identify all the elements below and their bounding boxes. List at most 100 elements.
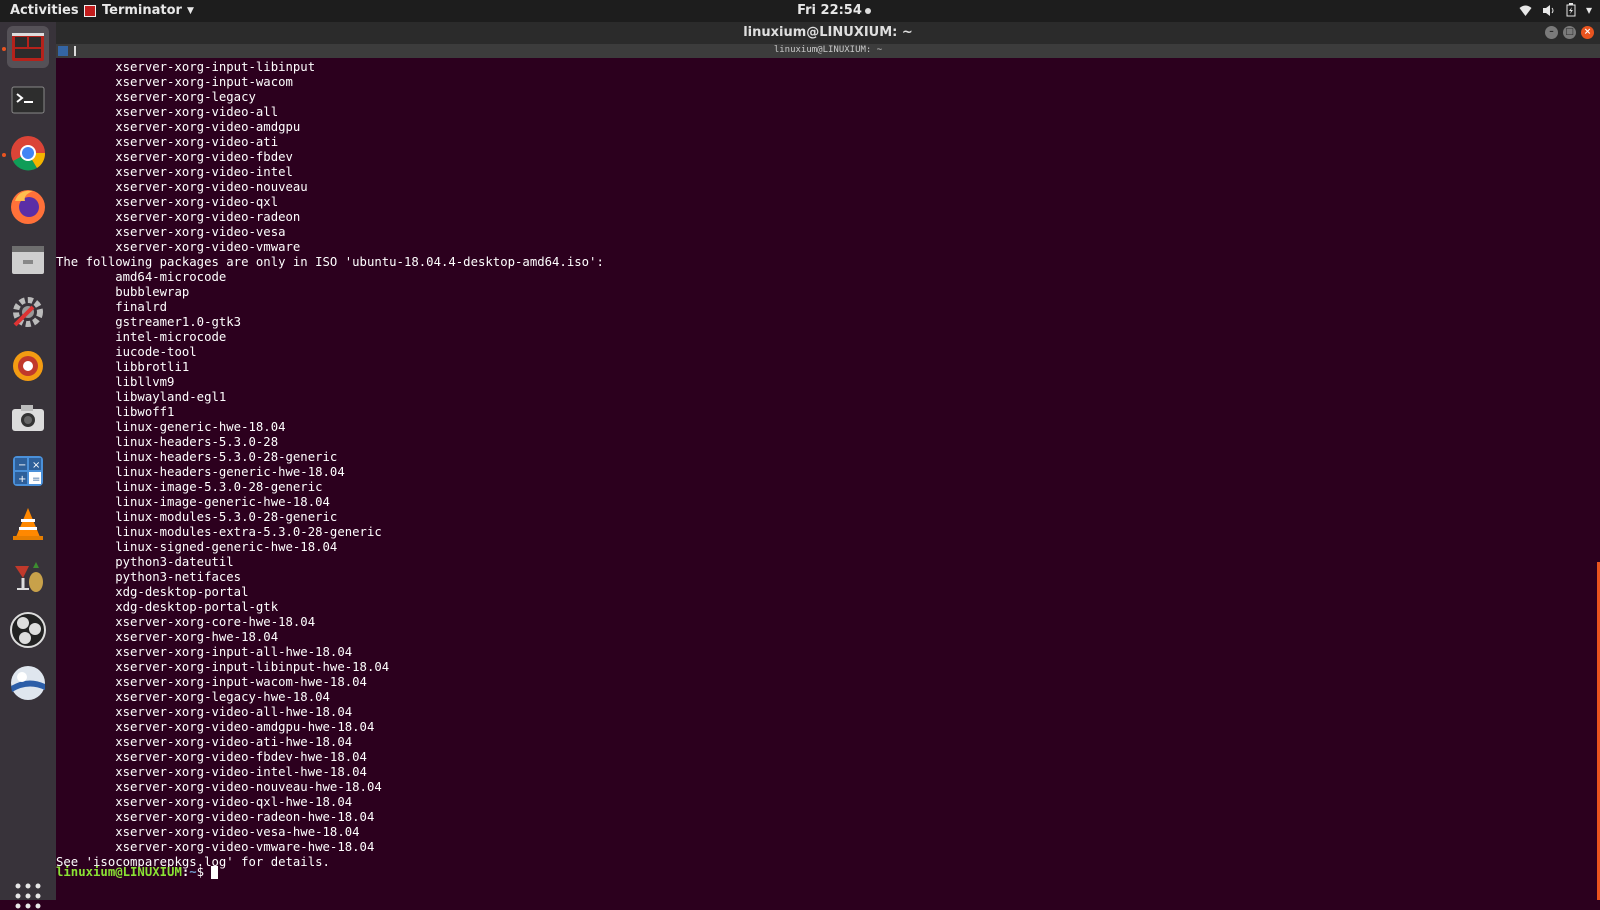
terminal-line: xserver-xorg-video-amdgpu-hwe-18.04 xyxy=(56,720,375,734)
terminal-line: bubblewrap xyxy=(56,285,190,299)
terminal-lines: xserver-xorg-input-libinput xserver-xorg… xyxy=(56,60,604,870)
running-indicator xyxy=(2,153,6,157)
terminal-titlebar[interactable]: linuxium@LINUXIUM: ~ xyxy=(56,44,1600,58)
terminal-line: iucode-tool xyxy=(56,345,197,359)
text-cursor xyxy=(211,866,219,879)
clock[interactable]: Fri 22:54 xyxy=(0,3,1600,18)
close-button[interactable]: × xyxy=(1581,26,1594,39)
terminal-line: xserver-xorg-video-radeon-hwe-18.04 xyxy=(56,810,375,824)
window-titlebar[interactable]: linuxium@LINUXIUM: ~ – □ × xyxy=(56,22,1600,44)
svg-text:=: = xyxy=(32,474,40,485)
prompt-user-host: linuxium@LINUXIUM xyxy=(56,865,182,879)
terminal-line: libllvm9 xyxy=(56,375,175,389)
dock-terminator[interactable] xyxy=(7,26,49,68)
terminator-icon xyxy=(12,33,44,61)
terminal-line: linux-headers-5.3.0-28 xyxy=(56,435,279,449)
terminal-line: xserver-xorg-video-qxl-hwe-18.04 xyxy=(56,795,353,809)
terminal-line: libwayland-egl1 xyxy=(56,390,227,404)
terminal-line: xserver-xorg-video-intel-hwe-18.04 xyxy=(56,765,367,779)
terminal-line: xserver-xorg-video-radeon xyxy=(56,210,301,224)
terminal-line: linux-image-generic-hwe-18.04 xyxy=(56,495,330,509)
terminal-line: xserver-xorg-legacy-hwe-18.04 xyxy=(56,690,330,704)
obs-icon xyxy=(10,612,46,648)
terminal-line: libwoff1 xyxy=(56,405,175,419)
dock-chrome[interactable] xyxy=(7,132,49,174)
dock-xsane[interactable] xyxy=(7,344,49,386)
battery-icon xyxy=(1566,3,1576,17)
firefox-icon xyxy=(11,190,45,224)
minimize-button[interactable]: – xyxy=(1545,26,1558,39)
terminal-line: xserver-xorg-video-intel xyxy=(56,165,293,179)
terminal-line: finalrd xyxy=(56,300,168,314)
running-indicator xyxy=(2,47,6,51)
terminal-line: libbrotli1 xyxy=(56,360,190,374)
system-tray[interactable]: ▾ xyxy=(1519,3,1592,17)
terminal-line: xserver-xorg-video-vesa-hwe-18.04 xyxy=(56,825,360,839)
dock-terminal[interactable] xyxy=(7,79,49,121)
terminal-line: linux-modules-extra-5.3.0-28-generic xyxy=(56,525,382,539)
dock-obs[interactable] xyxy=(7,609,49,651)
xsane-icon xyxy=(13,351,43,381)
terminal-line: xserver-xorg-video-fbdev xyxy=(56,150,293,164)
terminal-line: The following packages are only in ISO '… xyxy=(56,255,604,269)
notification-dot-icon xyxy=(864,7,871,14)
terminal-line: xserver-xorg-video-vesa xyxy=(56,225,286,239)
openshot-icon xyxy=(11,666,45,700)
show-apps-icon[interactable] xyxy=(14,882,42,910)
terminal-line: xserver-xorg-video-vmware-hwe-18.04 xyxy=(56,840,375,854)
files-icon xyxy=(12,246,44,274)
winetricks-icon xyxy=(15,562,43,592)
terminal-line: python3-netifaces xyxy=(56,570,242,584)
terminal-line: linux-headers-generic-hwe-18.04 xyxy=(56,465,345,479)
terminal-line: xserver-xorg-video-all xyxy=(56,105,279,119)
terminal-line: xserver-xorg-video-all-hwe-18.04 xyxy=(56,705,353,719)
svg-text:−: − xyxy=(18,460,26,471)
terminal-line: gstreamer1.0-gtk3 xyxy=(56,315,242,329)
dock-screenshot[interactable] xyxy=(7,397,49,439)
terminal-line: xserver-xorg-video-nouveau xyxy=(56,180,308,194)
terminal-title: linuxium@LINUXIUM: ~ xyxy=(773,45,883,55)
prompt-line: linuxium@LINUXIUM:~$ xyxy=(56,865,219,880)
terminal-output[interactable]: xserver-xorg-input-libinput xserver-xorg… xyxy=(56,58,1600,900)
settings-icon xyxy=(13,297,43,327)
terminal-line: xserver-xorg-video-amdgpu xyxy=(56,120,301,134)
svg-text:+: + xyxy=(18,474,26,485)
dock-firefox[interactable] xyxy=(7,185,49,227)
clock-label: Fri 22:54 xyxy=(797,3,862,18)
top-panel: Activities Terminator ▼ Fri 22:54 ▾ xyxy=(0,0,1600,22)
terminal-line: xserver-xorg-core-hwe-18.04 xyxy=(56,615,316,629)
terminal-line: xserver-xorg-video-ati-hwe-18.04 xyxy=(56,735,353,749)
terminal-line: xserver-xorg-hwe-18.04 xyxy=(56,630,279,644)
terminal-line: xserver-xorg-input-libinput-hwe-18.04 xyxy=(56,660,390,674)
window-controls: – □ × xyxy=(1545,26,1594,39)
terminal-line: xserver-xorg-input-libinput xyxy=(56,60,316,74)
terminal-line: xserver-xorg-video-ati xyxy=(56,135,279,149)
dock-winetricks[interactable] xyxy=(7,556,49,598)
window-title: linuxium@LINUXIUM: ~ xyxy=(743,25,913,40)
terminal-line: xserver-xorg-input-wacom-hwe-18.04 xyxy=(56,675,367,689)
terminator-window: linuxium@LINUXIUM: ~ – □ × linuxium@LINU… xyxy=(56,22,1600,900)
terminal-line: xserver-xorg-input-wacom xyxy=(56,75,293,89)
dock-calculator[interactable]: − × + = xyxy=(7,450,49,492)
terminal-line: linux-image-5.3.0-28-generic xyxy=(56,480,323,494)
terminal-line: xserver-xorg-video-nouveau-hwe-18.04 xyxy=(56,780,382,794)
terminal-line: linux-modules-5.3.0-28-generic xyxy=(56,510,338,524)
vlc-icon xyxy=(13,508,43,540)
terminal-icon xyxy=(11,86,45,114)
terminal-line: intel-microcode xyxy=(56,330,227,344)
maximize-button[interactable]: □ xyxy=(1563,26,1576,39)
terminal-line: xserver-xorg-video-fbdev-hwe-18.04 xyxy=(56,750,367,764)
terminal-line: xserver-xorg-video-qxl xyxy=(56,195,279,209)
svg-text:×: × xyxy=(32,460,40,471)
dock-openshot[interactable] xyxy=(7,662,49,704)
dock-vlc[interactable] xyxy=(7,503,49,545)
dock-files[interactable] xyxy=(7,238,49,280)
chrome-icon xyxy=(11,136,46,171)
calculator-icon: − × + = xyxy=(13,456,43,486)
terminal-line: python3-dateutil xyxy=(56,555,234,569)
wifi-icon xyxy=(1519,5,1532,16)
dock-settings[interactable] xyxy=(7,291,49,333)
terminal-line: amd64-microcode xyxy=(56,270,227,284)
prompt-path: ~ xyxy=(189,865,197,879)
volume-icon xyxy=(1542,4,1554,16)
